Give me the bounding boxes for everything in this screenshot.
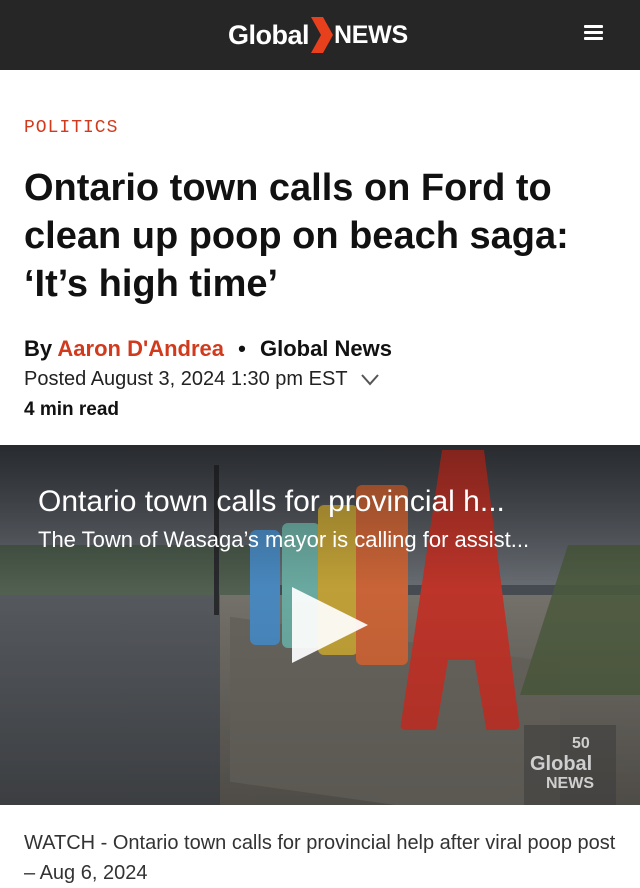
byline-separator: • [238,336,246,361]
logo-news-text: NEWS [334,20,408,49]
article-category[interactable]: POLITICS [24,118,118,138]
global-news-watermark: 50 Global NEWS [524,725,616,805]
author-link[interactable]: Aaron D'Andrea [57,336,224,361]
outlet-name: Global News [259,336,393,361]
byline: By Aaron D'Andrea • Global News [24,336,392,362]
logo-chevron-icon [311,17,334,53]
video-caption: WATCH - Ontario town calls for provincia… [24,832,616,884]
chevron-down-icon[interactable] [360,373,380,387]
posted-date: Posted August 3, 2024 1:30 pm EST [24,368,348,390]
video-description: The Town of Wasaga’s mayor is calling fo… [38,527,530,552]
watermark-global: Global [530,753,593,775]
video-title: Ontario town calls for provincial h... [38,485,505,518]
top-navigation-bar: Global NEWS [0,0,640,70]
play-icon[interactable] [290,585,370,665]
watermark-anniversary: 50 [572,735,590,752]
posted-date-toggle[interactable]: Posted August 3, 2024 1:30 pm EST [24,368,380,391]
article-headline: Ontario town calls on Ford to clean up p… [24,167,569,305]
global-news-logo[interactable]: Global NEWS [228,14,408,56]
logo-global-text: Global [228,19,310,50]
byline-prefix: By [24,336,53,361]
video-player[interactable]: Ontario town calls for provincial h... T… [0,445,640,805]
hamburger-menu-icon[interactable] [578,22,608,48]
watermark-news: NEWS [546,775,594,792]
read-time: 4 min read [24,399,120,420]
